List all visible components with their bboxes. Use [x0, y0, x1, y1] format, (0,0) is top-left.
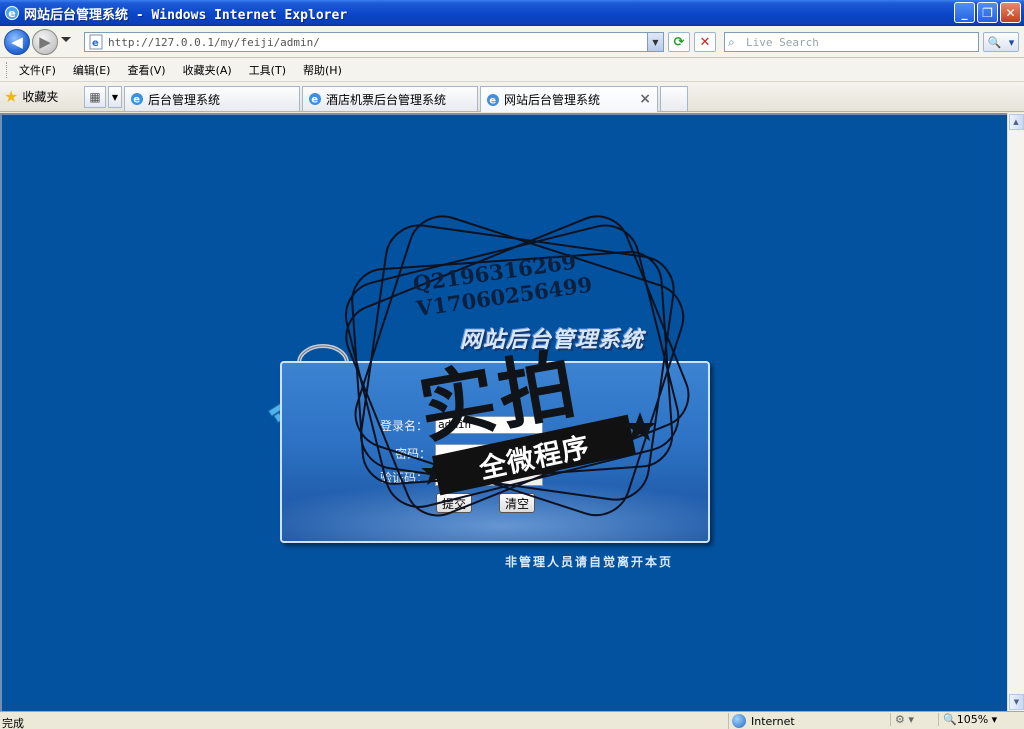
tab-hotel-flight-admin[interactable]: e 酒店机票后台管理系统 — [302, 86, 478, 111]
menu-help[interactable]: 帮助(H) — [303, 62, 342, 78]
tab-close-icon[interactable]: × — [639, 91, 651, 107]
zoom-control[interactable]: 🔍 105% ▾ — [938, 713, 997, 726]
vertical-scrollbar[interactable]: ▲ ▼ — [1007, 113, 1024, 711]
new-tab-button[interactable] — [660, 86, 688, 111]
quick-tabs-icon: ▦ — [89, 90, 101, 104]
menu-file[interactable]: 文件(F) — [19, 62, 56, 78]
ie-page-icon: e — [309, 93, 321, 106]
menu-favorites[interactable]: 收藏夹(A) — [183, 62, 232, 78]
search-options-dropdown-icon[interactable]: ▾ — [1009, 36, 1015, 49]
star-icon: ★ — [4, 87, 19, 106]
globe-icon — [732, 714, 746, 728]
address-toolbar: ◀ ▶ e http://127.0.0.1/my/feiji/admin/ ▼… — [0, 26, 1024, 58]
menu-edit[interactable]: 编辑(E) — [73, 62, 111, 78]
zoom-dropdown-icon: ▾ — [988, 713, 998, 726]
favorites-button[interactable]: ★ 收藏夹 — [4, 87, 58, 106]
stop-button[interactable]: ✕ — [694, 32, 716, 52]
search-button[interactable]: 🔍 ▾ — [983, 32, 1019, 52]
scroll-up-button[interactable]: ▲ — [1008, 114, 1024, 130]
recent-pages-dropdown[interactable] — [61, 37, 71, 42]
address-field[interactable]: e http://127.0.0.1/my/feiji/admin/ ▼ — [84, 32, 664, 52]
ie-logo-icon: e — [5, 6, 19, 20]
watermark-contact: Q2196316269 V17060256499 — [411, 247, 593, 321]
page-icon: e — [89, 34, 103, 50]
magnifier-icon: 🔍 — [987, 35, 1002, 49]
page-content: 网站后台管理系统 登录名： admin 密码： 验证码： 提交 清空 非管理人员… — [0, 113, 1007, 711]
svg-text:e: e — [92, 38, 99, 49]
tab-bar: ★ 收藏夹 ▦ ▼ e 后台管理系统 e 酒店机票后台管理系统 e 网站后台管理… — [0, 82, 1024, 112]
menu-bar: 文件(F) 编辑(E) 查看(V) 收藏夹(A) 工具(T) 帮助(H) — [0, 58, 1024, 82]
forward-arrow-icon: ▶ — [39, 33, 51, 51]
submit-button[interactable]: 提交 — [436, 493, 472, 513]
toolbar-grip[interactable] — [6, 61, 9, 78]
ie-page-icon: e — [487, 93, 499, 106]
menu-view[interactable]: 查看(V) — [127, 62, 165, 78]
scroll-down-button[interactable]: ▼ — [1009, 694, 1024, 710]
back-arrow-icon: ◀ — [11, 33, 23, 51]
captcha-label: 验证码： — [380, 471, 429, 485]
live-search-icon: ⌕ — [728, 34, 735, 49]
settings-icon: ⚙ ▾ — [895, 713, 914, 726]
notice-text: 非管理人员请自觉离开本页 — [505, 555, 674, 569]
svg-text:e: e — [489, 95, 496, 106]
tab-label: 网站后台管理系统 — [504, 93, 601, 107]
svg-text:e: e — [311, 95, 318, 106]
restore-button[interactable]: ❐ — [977, 2, 998, 23]
minimize-button[interactable]: _ — [954, 2, 975, 23]
zoom-level: 105% — [956, 713, 989, 726]
svg-text:e: e — [133, 95, 140, 106]
svg-text:e: e — [8, 7, 15, 20]
refresh-button[interactable]: ⟳ — [668, 32, 690, 52]
favorites-label: 收藏夹 — [22, 90, 59, 104]
menu-tools[interactable]: 工具(T) — [249, 62, 286, 78]
title-bar: e 网站后台管理系统 - Windows Internet Explorer _… — [0, 0, 1024, 26]
security-zone[interactable]: Internet — [728, 713, 795, 729]
url-text: http://127.0.0.1/my/feiji/admin/ — [108, 35, 320, 49]
panel-decoration — [282, 481, 708, 541]
ie-page-icon: e — [131, 93, 143, 106]
search-placeholder: Live Search — [746, 35, 819, 49]
tab-backend-admin[interactable]: e 后台管理系统 — [124, 86, 300, 111]
forward-button[interactable]: ▶ — [32, 29, 58, 55]
protected-mode-indicator[interactable]: ⚙ ▾ — [890, 713, 914, 726]
search-input[interactable]: ⌕ Live Search — [724, 32, 979, 52]
close-window-button[interactable]: ✕ — [1000, 2, 1021, 23]
quick-tabs-button[interactable]: ▦ — [84, 86, 106, 108]
status-text: 完成 — [2, 717, 24, 729]
refresh-icon: ⟳ — [673, 34, 685, 50]
tab-site-admin[interactable]: e 网站后台管理系统 × — [480, 86, 658, 112]
zoom-icon: 🔍 — [943, 713, 957, 726]
username-label: 登录名： — [380, 419, 429, 433]
window-title: 网站后台管理系统 - Windows Internet Explorer — [24, 7, 348, 23]
status-bar: 完成 Internet ⚙ ▾ 🔍 105% ▾ — [0, 711, 1024, 729]
tab-list-dropdown[interactable]: ▼ — [108, 86, 122, 108]
stop-icon: ✕ — [699, 34, 711, 50]
zone-label: Internet — [751, 714, 795, 728]
address-dropdown-button[interactable]: ▼ — [647, 33, 663, 51]
tab-label: 酒店机票后台管理系统 — [326, 92, 447, 107]
tab-label: 后台管理系统 — [148, 92, 221, 107]
clear-button[interactable]: 清空 — [499, 493, 535, 513]
back-button[interactable]: ◀ — [4, 29, 30, 55]
password-label: 密码： — [395, 447, 432, 461]
